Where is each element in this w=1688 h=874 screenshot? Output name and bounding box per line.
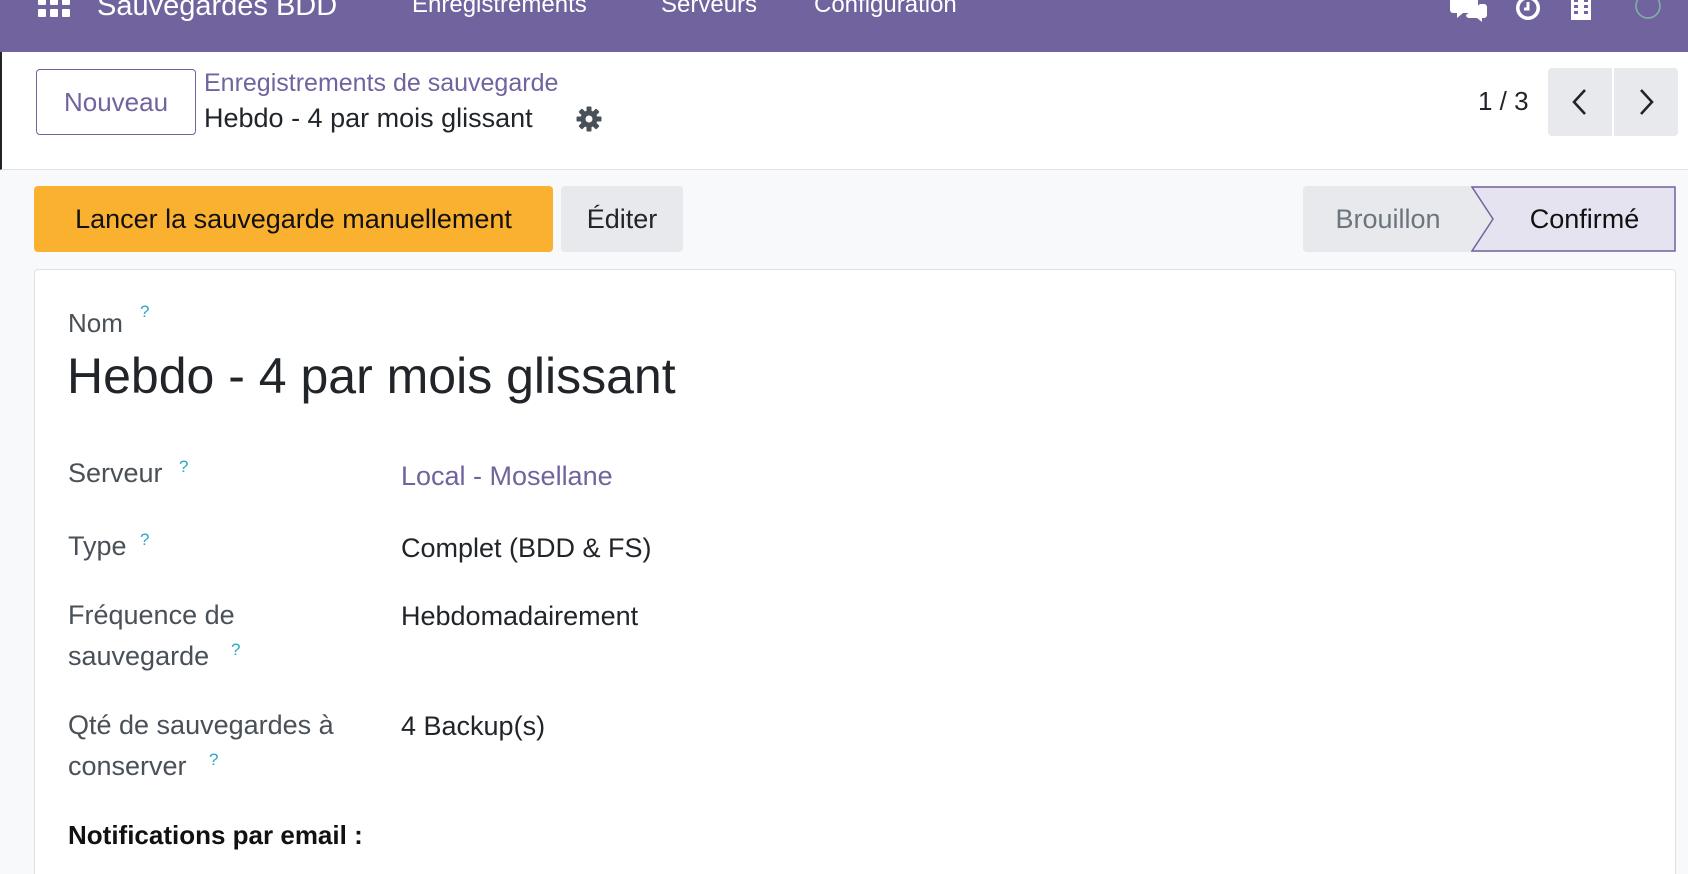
email-notifications-section-title: Notifications par email : (68, 820, 363, 850)
user-avatar[interactable] (1630, 0, 1666, 24)
status-confirmed[interactable]: Confirmé (1493, 186, 1676, 252)
app-title[interactable]: Sauvegardes BDD (97, 0, 337, 23)
status-bar: Brouillon Confirmé (1303, 186, 1676, 252)
field-value-server[interactable]: Local - Mosellane (401, 461, 613, 492)
field-label-type: Type ? (68, 526, 388, 567)
pager-next-button[interactable] (1614, 68, 1678, 136)
clock-icon[interactable] (1513, 0, 1543, 22)
record-name[interactable]: Hebdo - 4 par mois glissant (67, 347, 676, 405)
help-tooltip-icon[interactable]: ? (140, 519, 149, 560)
chevron-right-icon (1640, 89, 1654, 115)
chat-icon[interactable] (1450, 0, 1488, 22)
menu-item-serveurs[interactable]: Serveurs (661, 0, 757, 19)
menu-item-configuration[interactable]: Configuration (814, 0, 957, 19)
top-navbar: Sauvegardes BDD Enregistrements Serveurs… (0, 0, 1688, 52)
menu-item-enregistrements[interactable]: Enregistrements (412, 0, 587, 19)
pager-value[interactable]: 1 / 3 (1478, 86, 1529, 117)
edit-button[interactable]: Éditer (561, 186, 683, 252)
building-icon[interactable] (1570, 0, 1592, 22)
field-value-retention[interactable]: 4 Backup(s) (401, 711, 545, 742)
help-tooltip-icon[interactable]: ? (231, 629, 240, 670)
apps-grid-icon[interactable] (38, 0, 72, 23)
breadcrumb-parent[interactable]: Enregistrements de sauvegarde (204, 69, 558, 98)
field-label-retention: Qté de sauvegardes à conserver ? (68, 710, 334, 781)
field-value-frequency[interactable]: Hebdomadairement (401, 601, 638, 632)
gear-icon[interactable] (576, 106, 602, 132)
field-label-server: Serveur ? (68, 453, 388, 494)
control-panel: Nouveau Enregistrements de sauvegarde He… (0, 52, 1688, 170)
breadcrumb-current: Hebdo - 4 par mois glissant (204, 103, 533, 133)
name-label: Nom ? (68, 302, 150, 338)
help-tooltip-icon[interactable]: ? (140, 302, 149, 322)
help-tooltip-icon[interactable]: ? (179, 446, 188, 487)
run-backup-button[interactable]: Lancer la sauvegarde manuellement (34, 186, 553, 252)
field-label-frequency: Fréquence de sauvegarde ? (68, 600, 241, 671)
chevron-left-icon (1572, 89, 1586, 115)
form-sheet: Nom ? Hebdo - 4 par mois glissant Serveu… (34, 269, 1676, 874)
pager-previous-button[interactable] (1548, 68, 1612, 136)
help-tooltip-icon[interactable]: ? (209, 739, 218, 780)
field-value-type[interactable]: Complet (BDD & FS) (401, 533, 652, 564)
new-button[interactable]: Nouveau (36, 69, 196, 135)
status-draft[interactable]: Brouillon (1303, 186, 1493, 252)
